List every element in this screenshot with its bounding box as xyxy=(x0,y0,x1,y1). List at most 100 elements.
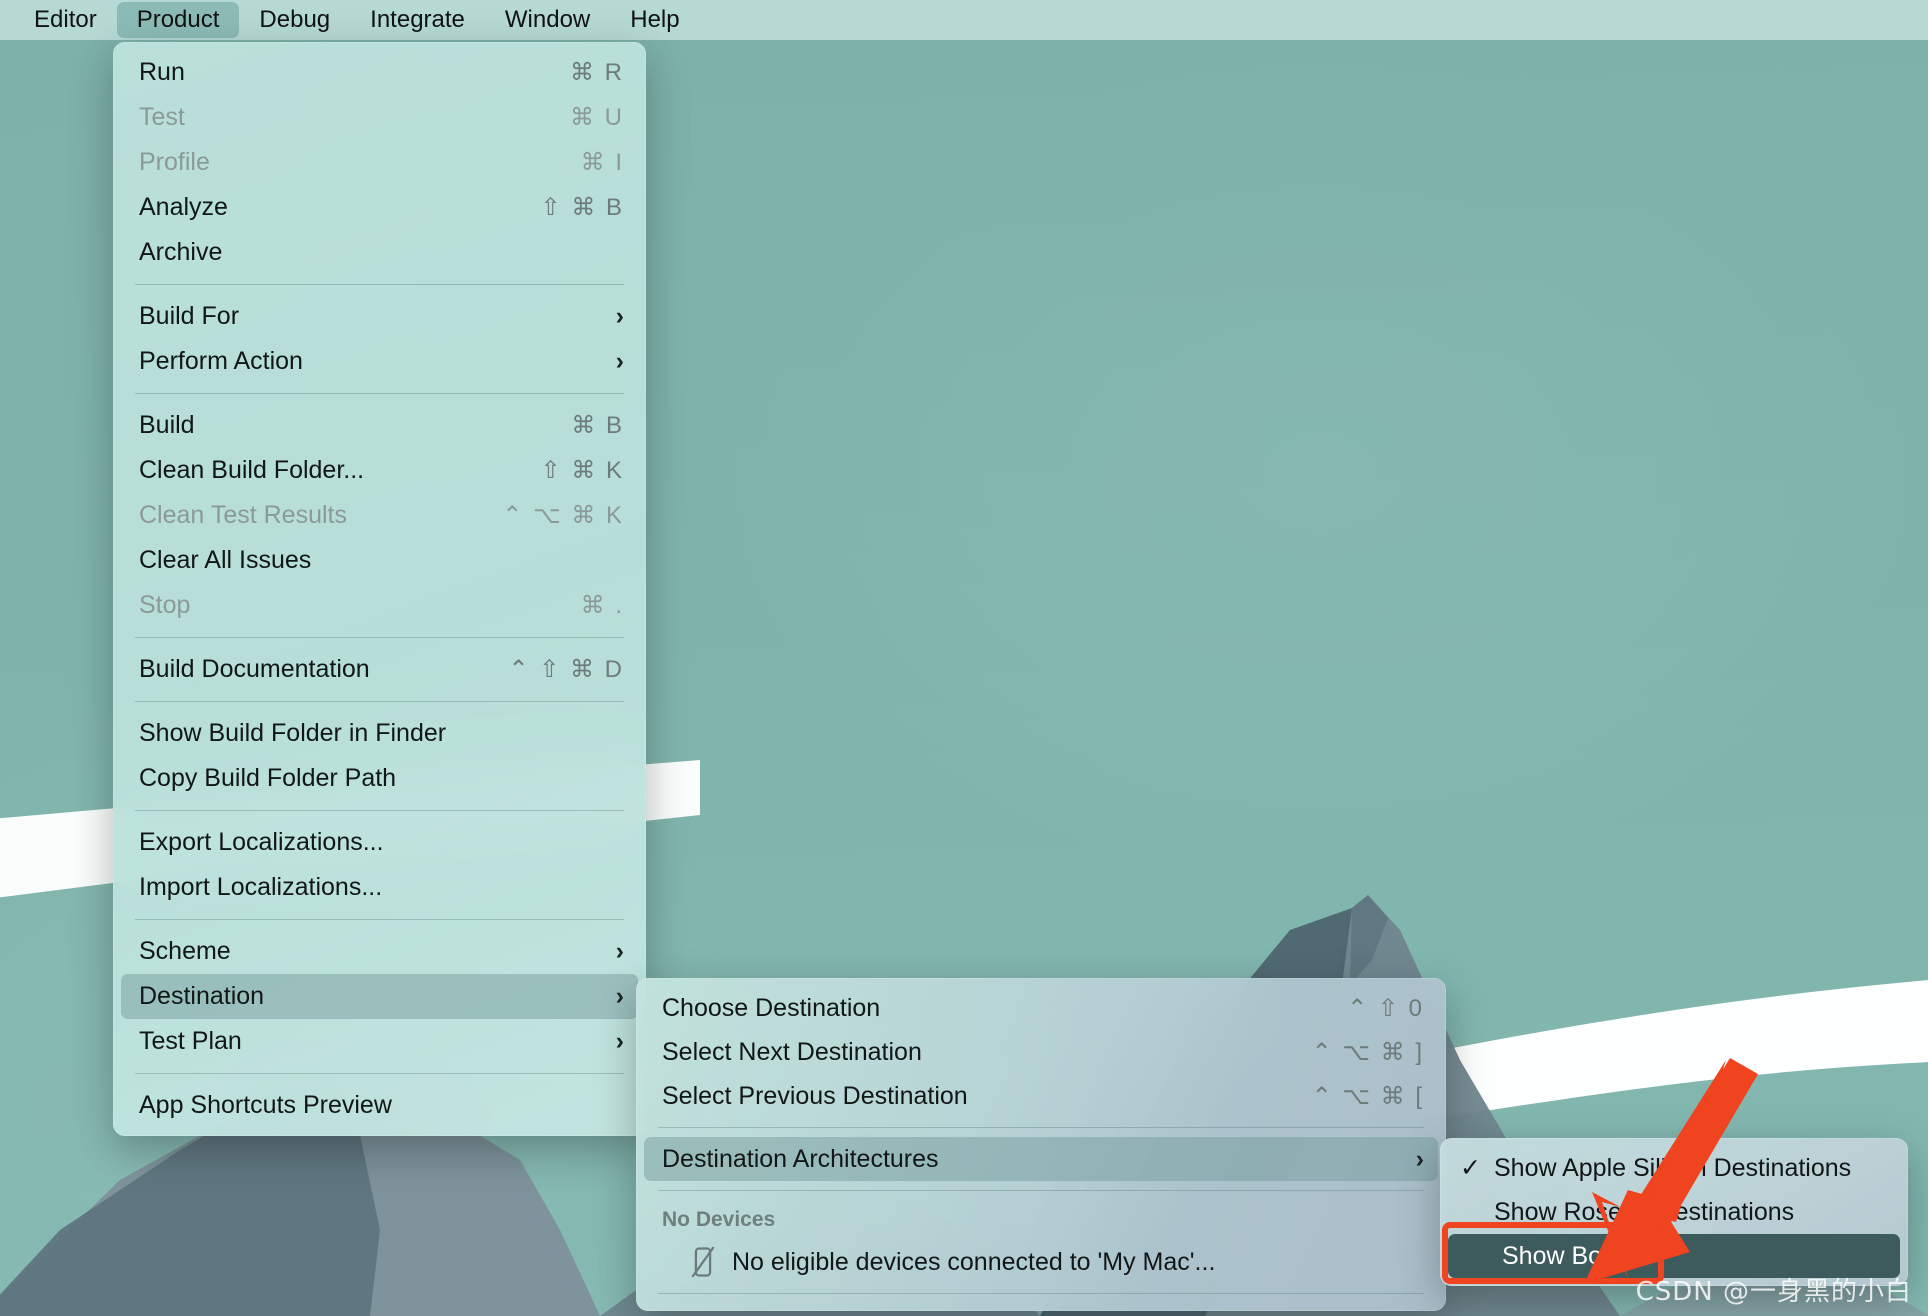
chevron-right-icon: › xyxy=(1415,1144,1424,1173)
menu-item-destination[interactable]: Destination › xyxy=(121,974,638,1019)
menu-separator xyxy=(658,1127,1424,1128)
menu-item-label: Show Apple Silicon Destinations xyxy=(1494,1153,1852,1182)
menu-item-import-localizations[interactable]: Import Localizations... xyxy=(113,865,646,910)
phone-slash-icon xyxy=(686,1245,720,1279)
menu-item-no-eligible-devices[interactable]: No eligible devices connected to 'My Mac… xyxy=(636,1240,1446,1284)
menu-item-shortcut: ⌃ ⌥ ⌘ ] xyxy=(1311,1038,1424,1066)
menu-item-shortcut: ⌘ . xyxy=(580,592,624,619)
menu-item-shortcut: ⌃ ⇧ ⌘ D xyxy=(508,656,624,683)
menu-separator xyxy=(135,1073,624,1074)
menubar-item-debug[interactable]: Debug xyxy=(239,2,350,38)
menu-item-app-shortcuts-preview[interactable]: App Shortcuts Preview xyxy=(113,1083,646,1128)
menu-item-shortcut: ⇧ ⌘ B xyxy=(540,194,624,221)
chevron-right-icon: › xyxy=(615,347,624,375)
menu-item-label: Analyze xyxy=(139,193,228,221)
menu-item-label: Show Both xyxy=(1502,1241,1623,1270)
menu-separator xyxy=(135,810,624,811)
menu-item-archive[interactable]: Archive xyxy=(113,230,646,275)
menu-separator xyxy=(135,284,624,285)
menu-item-perform-action[interactable]: Perform Action › xyxy=(113,339,646,384)
menu-item-select-previous-destination[interactable]: Select Previous Destination ⌃ ⌥ ⌘ [ xyxy=(636,1074,1446,1118)
checkmark-icon: ✓ xyxy=(1460,1154,1481,1182)
menu-item-build[interactable]: Build ⌘ B xyxy=(113,403,646,448)
menu-item-analyze[interactable]: Analyze ⇧ ⌘ B xyxy=(113,185,646,230)
menu-item-shortcut: ⌘ U xyxy=(570,104,624,131)
chevron-right-icon: › xyxy=(615,937,624,965)
menu-item-copy-build-folder-path[interactable]: Copy Build Folder Path xyxy=(113,756,646,801)
menu-item-shortcut: ⇧ ⌘ K xyxy=(540,457,624,484)
menu-item-label: Clear All Issues xyxy=(139,546,312,574)
chevron-right-icon: › xyxy=(615,302,624,330)
menu-item-label: Stop xyxy=(139,591,191,619)
menu-item-clear-all-issues[interactable]: Clear All Issues xyxy=(113,538,646,583)
destination-submenu[interactable]: Choose Destination ⌃ ⇧ 0 Select Next Desti… xyxy=(636,978,1446,1311)
menu-item-build-for[interactable]: Build For › xyxy=(113,294,646,339)
destination-architectures-submenu[interactable]: ✓ Show Apple Silicon Destinations Show Ros… xyxy=(1440,1138,1908,1286)
menu-item-label: Perform Action xyxy=(139,347,303,375)
menubar-item-window[interactable]: Window xyxy=(485,2,610,38)
menubar-item-editor[interactable]: Editor xyxy=(14,2,117,38)
menu-item-show-apple-silicon-destinations[interactable]: ✓ Show Apple Silicon Destinations xyxy=(1440,1146,1908,1190)
menu-item-run[interactable]: Run ⌘ R xyxy=(113,50,646,95)
menu-item-label: App Shortcuts Preview xyxy=(139,1091,392,1119)
no-devices-header: No Devices xyxy=(662,1208,776,1231)
menu-item-label: Destination Architectures xyxy=(662,1144,939,1173)
menu-item-label: Build Documentation xyxy=(139,655,370,683)
menu-item-profile: Profile ⌘ I xyxy=(113,140,646,185)
menu-item-label: Build xyxy=(139,411,195,439)
product-menu[interactable]: Run ⌘ R Test ⌘ U Profile ⌘ I Analyze ⇧ ⌘ B Archi… xyxy=(113,42,646,1136)
menu-item-label: Build For xyxy=(139,302,240,330)
menu-bar[interactable]: Editor Product Debug Integrate Window Help xyxy=(0,0,1928,40)
menu-item-label: Profile xyxy=(139,148,210,176)
menu-item-show-build-folder-in-finder[interactable]: Show Build Folder in Finder xyxy=(113,711,646,756)
watermark: CSDN @一身黑的小白 xyxy=(1635,1277,1912,1307)
menu-item-shortcut: ⌃ ⌥ ⌘ K xyxy=(502,502,624,529)
menu-item-shortcut: ⌘ I xyxy=(580,149,624,176)
menu-item-export-localizations[interactable]: Export Localizations... xyxy=(113,820,646,865)
menubar-item-integrate[interactable]: Integrate xyxy=(350,2,485,38)
menu-separator xyxy=(135,919,624,920)
menu-item-select-next-destination[interactable]: Select Next Destination ⌃ ⌥ ⌘ ] xyxy=(636,1030,1446,1074)
menubar-item-help[interactable]: Help xyxy=(610,2,699,38)
menu-item-label: Select Next Destination xyxy=(662,1037,922,1066)
menu-item-label: Copy Build Folder Path xyxy=(139,764,397,792)
chevron-right-icon: › xyxy=(615,982,624,1010)
desktop: Editor Product Debug Integrate Window Help Ru… xyxy=(0,0,1928,1316)
menu-item-label: Run xyxy=(139,58,185,86)
menu-item-shortcut: ⌘ B xyxy=(571,412,624,439)
menu-item-label: Show Rosetta Destinations xyxy=(1494,1197,1795,1226)
menu-separator xyxy=(135,701,624,702)
menu-item-stop: Stop ⌘ . xyxy=(113,583,646,628)
menu-item-label: Export Localizations... xyxy=(139,828,384,856)
menu-separator xyxy=(658,1190,1424,1191)
menu-item-label: Test Plan xyxy=(139,1027,242,1055)
menu-item-label: Show Build Folder in Finder xyxy=(139,719,447,747)
menu-item-scheme[interactable]: Scheme › xyxy=(113,929,646,974)
chevron-right-icon: › xyxy=(615,1027,624,1055)
menu-item-label: Test xyxy=(139,103,185,131)
menu-separator xyxy=(135,393,624,394)
menu-item-label: Archive xyxy=(139,238,223,266)
menu-item-test: Test ⌘ U xyxy=(113,95,646,140)
menu-item-shortcut: ⌘ R xyxy=(570,59,624,86)
menubar-item-product[interactable]: Product xyxy=(116,2,240,38)
menu-item-label: Select Previous Destination xyxy=(662,1081,968,1110)
menu-item-label: Clean Test Results xyxy=(139,501,347,529)
menu-item-test-plan[interactable]: Test Plan › xyxy=(113,1019,646,1064)
menu-separator xyxy=(658,1293,1424,1294)
menu-item-destination-architectures[interactable]: Destination Architectures › xyxy=(644,1137,1438,1181)
menu-item-label: Choose Destination xyxy=(662,993,881,1022)
menu-item-clean-build-folder[interactable]: Clean Build Folder... ⇧ ⌘ K xyxy=(113,448,646,493)
menu-separator xyxy=(135,637,624,638)
menu-item-shortcut: ⌃ ⌥ ⌘ [ xyxy=(1311,1082,1424,1110)
menu-item-label: No eligible devices connected to 'My Mac… xyxy=(732,1247,1216,1276)
menu-item-label: Scheme xyxy=(139,937,231,965)
menu-item-choose-destination[interactable]: Choose Destination ⌃ ⇧ 0 xyxy=(636,986,1446,1030)
menu-item-label: Clean Build Folder... xyxy=(139,456,365,484)
menu-item-show-rosetta-destinations[interactable]: Show Rosetta Destinations xyxy=(1440,1190,1908,1234)
menu-item-clean-test-results: Clean Test Results ⌃ ⌥ ⌘ K xyxy=(113,493,646,538)
menu-item-build-documentation[interactable]: Build Documentation ⌃ ⇧ ⌘ D xyxy=(113,647,646,692)
menu-item-label: Destination xyxy=(139,982,265,1010)
menu-item-shortcut: ⌃ ⇧ 0 xyxy=(1347,994,1424,1022)
menu-item-label: Import Localizations... xyxy=(139,873,383,901)
